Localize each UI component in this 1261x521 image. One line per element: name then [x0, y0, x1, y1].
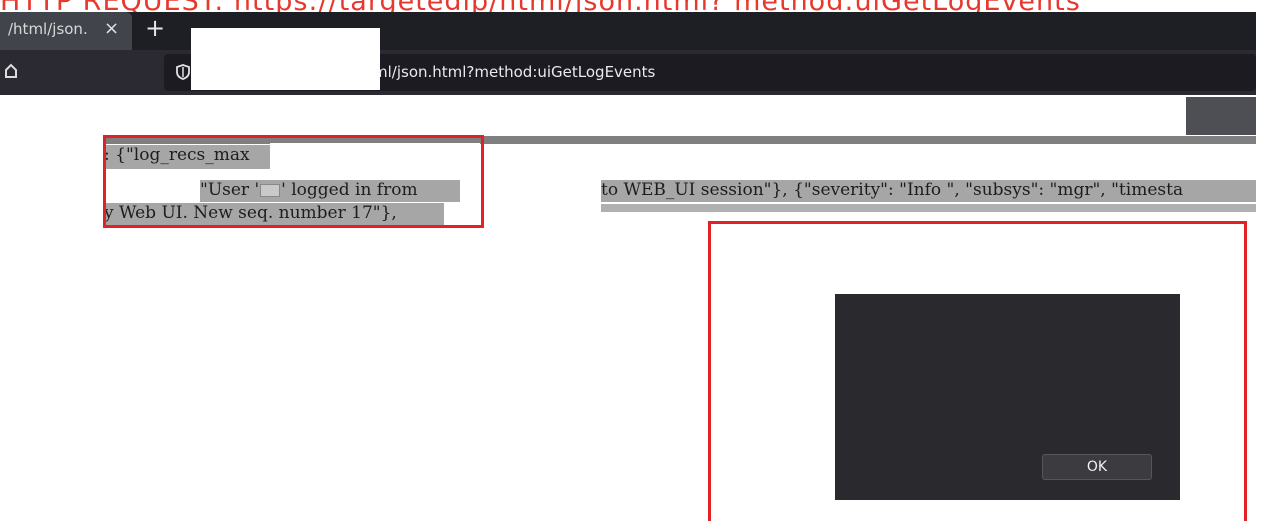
shield-icon[interactable] [176, 64, 190, 80]
browser-tab[interactable]: /html/json. × [0, 12, 132, 50]
page-header-area [104, 97, 1186, 137]
close-tab-icon[interactable]: × [104, 18, 119, 39]
ok-button[interactable]: OK [1042, 454, 1152, 480]
alert-dialog: OK [835, 294, 1180, 500]
redaction-block [191, 28, 380, 90]
tab-title: /html/json. [8, 20, 88, 38]
json-line-2-right: to WEB_UI session"}, {"severity": "Info … [601, 180, 1256, 202]
browser-tab-bar: /html/json. × + [0, 12, 1256, 50]
new-tab-icon[interactable]: + [145, 14, 165, 42]
json-line-2-right-text: to WEB_UI session"}, {"severity": "Info … [601, 180, 1184, 200]
home-icon[interactable] [4, 61, 18, 81]
annotation-box-log-entry [103, 135, 484, 228]
scrollbar-corner [1186, 97, 1256, 135]
request-caption: HTTP REQUEST: https://targetedip/html/js… [0, 0, 1100, 12]
url-text: ml/json.html?method:uiGetLogEvents [373, 63, 656, 81]
json-line-3-right-cut [601, 204, 1256, 212]
navigation-bar: ml/json.html?method:uiGetLogEvents [0, 50, 1256, 95]
